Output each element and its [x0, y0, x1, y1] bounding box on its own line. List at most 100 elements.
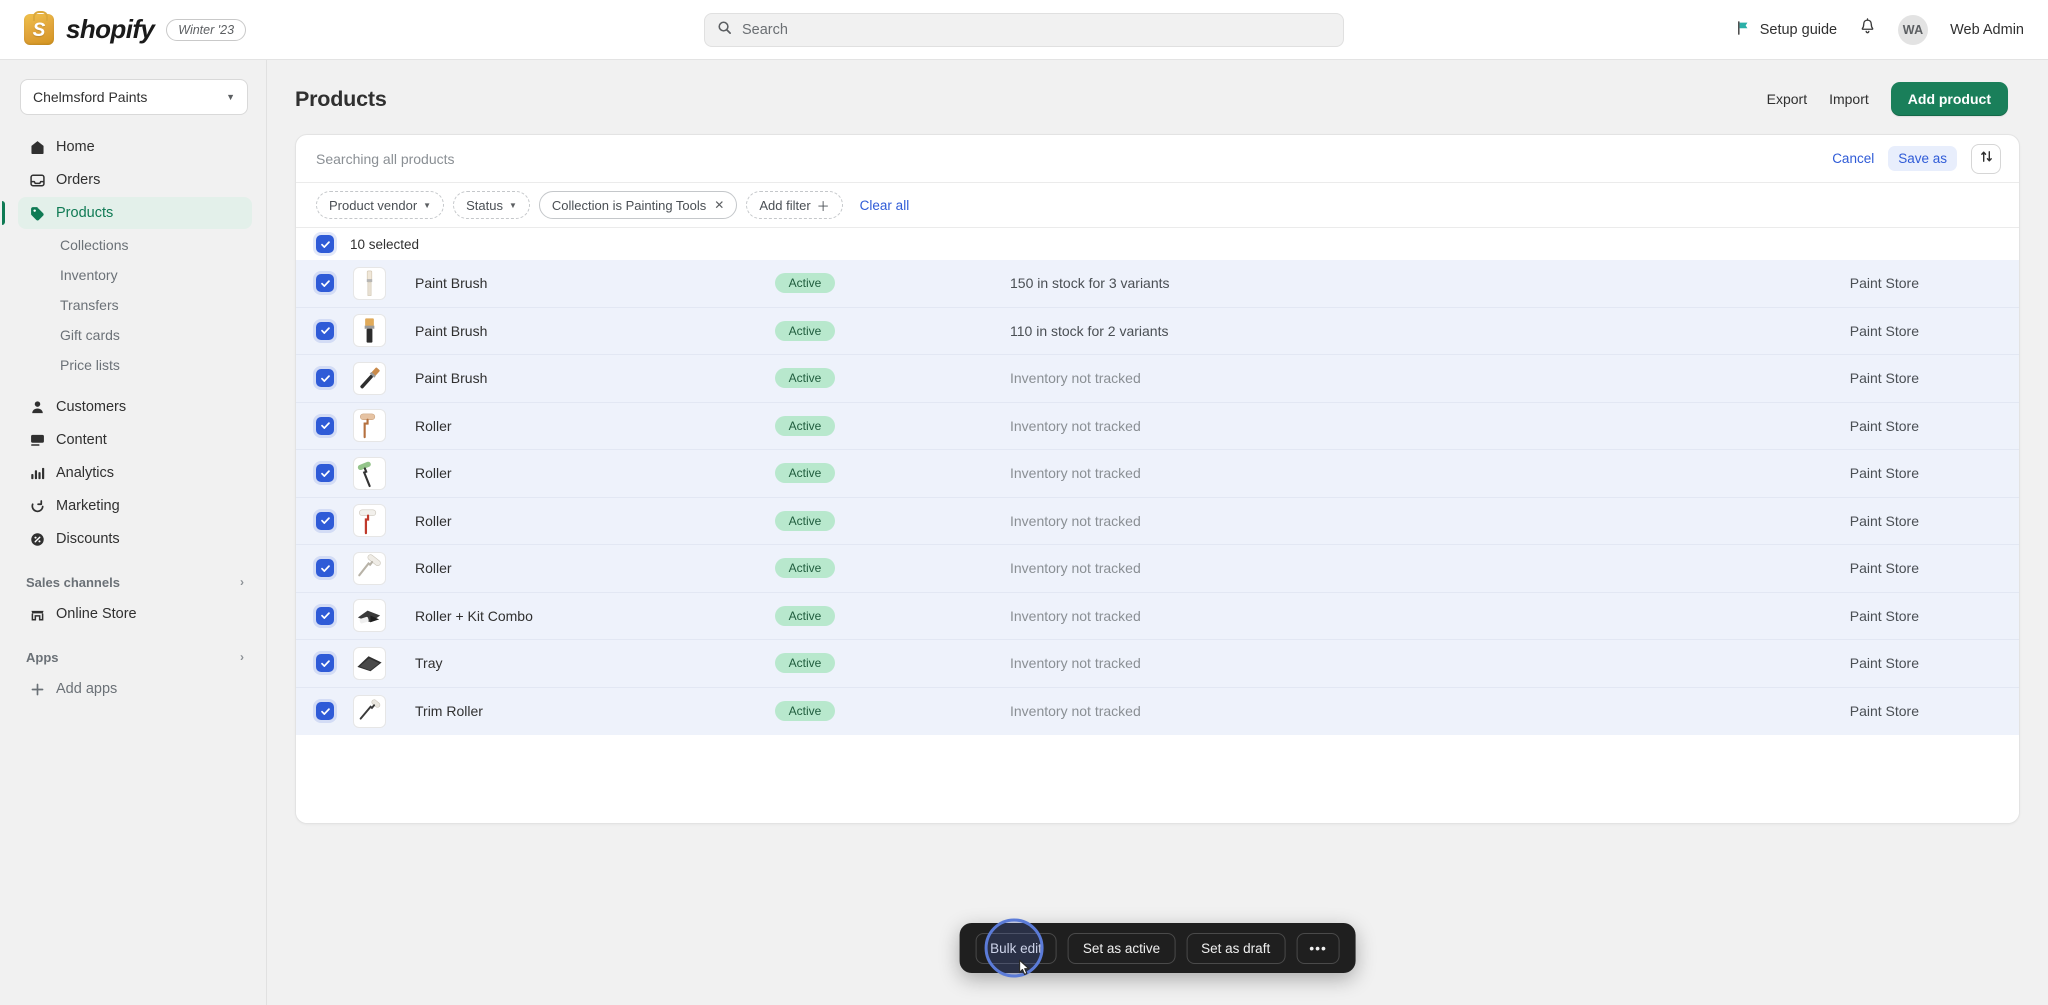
table-row[interactable]: Roller Active Inventory not tracked Pain…	[296, 497, 2019, 545]
close-icon[interactable]: ✕	[714, 198, 724, 212]
product-name[interactable]: Paint Brush	[415, 275, 775, 291]
bell-icon[interactable]	[1859, 18, 1876, 41]
add-filter-button[interactable]: Add filter ＋	[746, 191, 843, 219]
shopify-logo-letter: S	[32, 19, 46, 41]
row-checkbox[interactable]	[316, 559, 334, 578]
sidebar-subitem-collections[interactable]: Collections	[18, 230, 252, 260]
inventory-text: Inventory not tracked	[1010, 417, 1141, 434]
sidebar-item-orders[interactable]: Orders	[18, 164, 252, 196]
search-row-actions: Cancel Save as	[1832, 143, 2001, 174]
table-row[interactable]: Trim Roller Active Inventory not tracked…	[296, 687, 2019, 735]
status-cell: Active	[775, 368, 1010, 389]
sidebar-item-marketing[interactable]: Marketing	[18, 490, 252, 522]
sidebar-subitem-inventory[interactable]: Inventory	[18, 260, 252, 290]
table-row[interactable]: Paint Brush Active Inventory not tracked…	[296, 355, 2019, 403]
content-icon	[28, 431, 46, 449]
store-selector[interactable]: Chelmsford Paints ▼	[20, 79, 248, 115]
store-name-label: Chelmsford Paints	[33, 89, 148, 105]
status-cell: Active	[775, 273, 1010, 294]
cancel-button[interactable]: Cancel	[1832, 151, 1874, 166]
sidebar-item-customers[interactable]: Customers	[18, 391, 252, 423]
row-checkbox[interactable]	[316, 511, 334, 530]
more-actions-button[interactable]: •••	[1296, 932, 1340, 964]
status-cell: Active	[775, 320, 1010, 341]
bulk-edit-button[interactable]: Bulk edit	[975, 932, 1057, 964]
sidebar-item-online-store[interactable]: Online Store	[18, 598, 252, 630]
sidebar-subitem-transfers[interactable]: Transfers	[18, 290, 252, 320]
export-button[interactable]: Export	[1767, 91, 1807, 107]
row-checkbox[interactable]	[316, 464, 334, 483]
sidebar-item-analytics[interactable]: Analytics	[18, 457, 252, 489]
save-as-button[interactable]: Save as	[1888, 146, 1957, 171]
row-checkbox[interactable]	[316, 416, 334, 435]
row-checkbox[interactable]	[316, 702, 334, 721]
row-checkbox[interactable]	[316, 654, 334, 673]
set-as-active-button[interactable]: Set as active	[1067, 932, 1176, 964]
product-name[interactable]: Roller	[415, 560, 775, 576]
product-name[interactable]: Roller	[415, 513, 775, 529]
setup-guide-button[interactable]: Setup guide	[1736, 20, 1837, 40]
inventory-text: Inventory not tracked	[1010, 465, 1141, 482]
set-as-draft-button[interactable]: Set as draft	[1186, 932, 1286, 964]
sidebar-item-label: Orders	[56, 172, 101, 188]
select-all-checkbox[interactable]	[316, 235, 334, 253]
product-name[interactable]: Trim Roller	[415, 703, 775, 719]
product-name[interactable]: Paint Brush	[415, 370, 775, 386]
row-checkbox[interactable]	[316, 606, 334, 625]
table-row[interactable]: Roller Active Inventory not tracked Pain…	[296, 450, 2019, 498]
sidebar-item-label: Online Store	[56, 606, 137, 622]
vendor-text: Paint Store	[1849, 370, 1919, 387]
status-cell: Active	[775, 463, 1010, 484]
sidebar-item-discounts[interactable]: Discounts	[18, 523, 252, 555]
filter-status[interactable]: Status ▼	[453, 191, 530, 219]
sidebar-item-add-apps[interactable]: Add apps	[18, 673, 252, 705]
product-name[interactable]: Roller	[415, 418, 775, 434]
add-product-button[interactable]: Add product	[1890, 82, 2008, 116]
sidebar-subitem-price-lists[interactable]: Price lists	[18, 350, 252, 380]
sales-channels-section[interactable]: Sales channels ›	[16, 567, 254, 597]
search-icon	[717, 20, 732, 40]
sort-arrows-icon	[1979, 149, 1994, 169]
product-name[interactable]: Roller + Kit Combo	[415, 608, 775, 624]
table-row[interactable]: Paint Brush Active 150 in stock for 3 va…	[296, 260, 2019, 308]
table-row[interactable]: Roller Active Inventory not tracked Pain…	[296, 402, 2019, 450]
table-row[interactable]: Roller Active Inventory not tracked Pain…	[296, 545, 2019, 593]
search-input[interactable]: Searching all products	[316, 151, 455, 167]
filter-collection-painting-tools[interactable]: Collection is Painting Tools ✕	[538, 191, 738, 219]
user-name-label[interactable]: Web Admin	[1950, 22, 2024, 38]
sort-button[interactable]	[1971, 143, 2001, 174]
avatar[interactable]: WA	[1898, 14, 1929, 45]
clear-all-button[interactable]: Clear all	[860, 198, 910, 213]
page-header: Products Export Import Add product	[267, 60, 2048, 134]
sidebar-item-home[interactable]: Home	[18, 131, 252, 163]
sidebar-subitem-gift-cards[interactable]: Gift cards	[18, 320, 252, 350]
product-name[interactable]: Paint Brush	[415, 323, 775, 339]
analytics-icon	[28, 464, 46, 482]
global-search-input[interactable]: Search	[704, 12, 1344, 47]
sidebar-item-content[interactable]: Content	[18, 424, 252, 456]
products-card: Searching all products Cancel Save as Pr…	[295, 134, 2020, 824]
inventory-text: 150 in stock for 3 variants	[1010, 275, 1170, 292]
row-checkbox[interactable]	[316, 369, 334, 388]
sidebar-item-label: Marketing	[56, 498, 120, 514]
brand-area[interactable]: S shopify Winter '23	[24, 11, 494, 45]
status-badge: Active	[775, 653, 835, 674]
row-checkbox[interactable]	[316, 321, 334, 340]
sidebar-item-products[interactable]: Products	[2, 197, 252, 229]
status-cell: Active	[775, 415, 1010, 436]
filter-label: Add filter	[759, 197, 811, 213]
brush-white-icon	[353, 266, 386, 300]
product-name[interactable]: Tray	[415, 655, 775, 671]
season-badge: Winter '23	[166, 18, 247, 41]
status-badge: Active	[775, 368, 835, 389]
import-button[interactable]: Import	[1829, 91, 1869, 107]
apps-section[interactable]: Apps ›	[16, 642, 254, 672]
filter-product-vendor[interactable]: Product vendor ▼	[316, 191, 445, 219]
status-badge: Active	[775, 463, 835, 484]
table-footer	[296, 735, 2019, 823]
row-checkbox[interactable]	[316, 274, 334, 293]
table-row[interactable]: Roller + Kit Combo Active Inventory not …	[296, 592, 2019, 640]
product-name[interactable]: Roller	[415, 465, 775, 481]
table-row[interactable]: Paint Brush Active 110 in stock for 2 va…	[296, 307, 2019, 355]
table-row[interactable]: Tray Active Inventory not tracked Paint …	[296, 640, 2019, 688]
